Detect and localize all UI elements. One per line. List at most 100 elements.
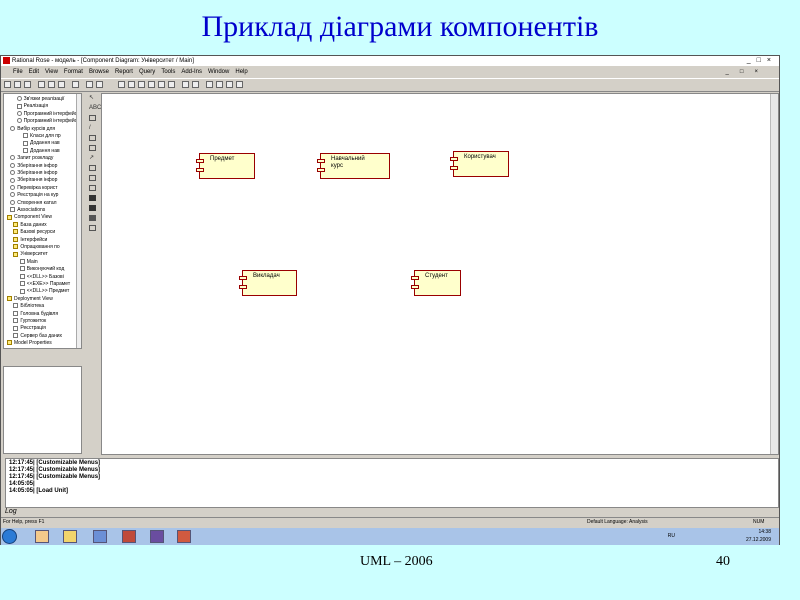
view-doc-icon[interactable] <box>96 81 103 88</box>
menu-format[interactable]: Format <box>64 69 83 75</box>
package-spec-icon[interactable] <box>89 195 96 201</box>
mdi-minimize-button[interactable]: _ <box>726 69 734 75</box>
browser-item[interactable]: Перевірка корист <box>10 185 58 192</box>
browser-item[interactable]: Класи для пр <box>23 133 61 140</box>
maximize-button[interactable]: □ <box>757 57 767 64</box>
log-window[interactable]: 12:17:45| [Customizable Menus] 12:17:45|… <box>5 458 779 508</box>
browser-item[interactable]: Main <box>19 259 38 266</box>
browser-item[interactable]: Зберігання інфор <box>10 177 57 184</box>
component-tool-icon[interactable] <box>89 135 96 141</box>
folder-icon[interactable] <box>63 530 77 543</box>
browser-item[interactable]: Вибір курсів для <box>10 126 55 133</box>
menu-tools[interactable]: Tools <box>161 69 175 75</box>
copy-icon[interactable] <box>48 81 55 88</box>
browser-item[interactable]: Головна будівля <box>13 311 58 318</box>
browse-state-diagram-icon[interactable] <box>148 81 155 88</box>
browser-item[interactable]: Deployment View <box>7 296 53 303</box>
browser-item[interactable]: Зберігання інфор <box>10 170 57 177</box>
zoom-in-icon[interactable] <box>206 81 213 88</box>
undo-fit-icon[interactable] <box>236 81 243 88</box>
subprogram-body-icon[interactable] <box>89 175 96 181</box>
rar-icon[interactable] <box>150 530 164 543</box>
menu-window[interactable]: Window <box>208 69 229 75</box>
package-body-icon[interactable] <box>89 205 96 211</box>
start-button[interactable] <box>2 529 17 544</box>
browser-item[interactable]: Реєстрація на кур <box>10 192 58 199</box>
browser-item[interactable]: Component View <box>7 214 52 221</box>
browser-item[interactable]: Model Properties <box>7 340 52 347</box>
task-spec-icon[interactable] <box>89 215 96 221</box>
component-navchalnyi-kurs[interactable]: Навчальний курс <box>317 153 390 179</box>
component-vykladach[interactable]: Викладач <box>239 270 297 296</box>
browse-deployment-diagram-icon[interactable] <box>158 81 165 88</box>
text-box-icon[interactable]: ABC <box>89 105 101 111</box>
component-korystuvach[interactable]: Користувач <box>450 151 509 177</box>
browse-previous-icon[interactable] <box>182 81 189 88</box>
powerpoint-icon[interactable] <box>177 530 191 543</box>
menu-query[interactable]: Query <box>139 69 155 75</box>
fit-in-window-icon[interactable] <box>226 81 233 88</box>
canvas-scrollbar[interactable] <box>770 94 778 454</box>
browser-item[interactable]: Виконуючий код <box>19 266 64 273</box>
menu-edit[interactable]: Edit <box>29 69 39 75</box>
menu-report[interactable]: Report <box>115 69 133 75</box>
browser-item[interactable]: База даних <box>13 222 47 229</box>
browse-interaction-diagram-icon[interactable] <box>128 81 135 88</box>
dependency-tool-icon[interactable]: ↗ <box>89 155 96 161</box>
browser-item[interactable]: Створення катал <box>10 200 57 207</box>
browser-item[interactable]: <<DLL>> Базові <box>19 274 64 281</box>
menu-add-ins[interactable]: Add-Ins <box>181 69 202 75</box>
component-student[interactable]: Студент <box>411 270 461 296</box>
browser-item[interactable]: Додання нав <box>23 148 60 155</box>
browse-class-diagram-icon[interactable] <box>118 81 125 88</box>
menu-file[interactable]: File <box>13 69 23 75</box>
mdi-close-button[interactable]: × <box>754 69 763 75</box>
context-help-icon[interactable] <box>86 81 93 88</box>
note-icon[interactable] <box>89 115 96 121</box>
package-tool-icon[interactable] <box>89 145 96 151</box>
browse-component-diagram-icon[interactable] <box>138 81 145 88</box>
word-icon[interactable] <box>93 530 107 543</box>
language-indicator[interactable]: RU <box>668 532 675 540</box>
browser-item[interactable]: Програмний інтерфейс <box>16 111 77 118</box>
close-button[interactable]: × <box>767 57 777 64</box>
minimize-button[interactable]: _ <box>747 57 757 64</box>
browser-item[interactable]: Бібліотека <box>13 303 44 310</box>
new-icon[interactable] <box>4 81 11 88</box>
browser-item[interactable]: Гуртожиток <box>13 318 46 325</box>
back-arrow-icon[interactable] <box>192 81 199 88</box>
mdi-maximize-button[interactable]: □ <box>740 69 749 75</box>
media-player-icon[interactable] <box>35 530 49 543</box>
cut-icon[interactable] <box>38 81 45 88</box>
menu-help[interactable]: Help <box>235 69 247 75</box>
selection-arrow-icon[interactable]: ↖ <box>89 95 96 101</box>
zoom-out-icon[interactable] <box>216 81 223 88</box>
browser-item[interactable]: Зберігання інфор <box>10 163 57 170</box>
subprogram-spec-icon[interactable] <box>89 165 96 171</box>
browser-item[interactable]: <<EXE>> Парамет <box>19 281 70 288</box>
browser-item[interactable]: Associations <box>10 207 45 214</box>
save-icon[interactable] <box>24 81 31 88</box>
print-icon[interactable] <box>72 81 79 88</box>
browser-item[interactable]: Зв'язки реалізації <box>16 96 64 103</box>
browser-item[interactable]: Базові ресурси <box>13 229 55 236</box>
browser-item[interactable]: Програмний інтерфейс <box>16 118 77 125</box>
paste-icon[interactable] <box>58 81 65 88</box>
browser-item[interactable]: Реалізація <box>16 103 48 110</box>
documentation-pane[interactable] <box>3 366 82 454</box>
browser-item[interactable]: Реєстрація <box>13 325 46 332</box>
browser-item[interactable]: Запит розкладу <box>10 155 53 162</box>
rose-icon[interactable] <box>122 530 136 543</box>
open-icon[interactable] <box>14 81 21 88</box>
browser-item[interactable]: Опрацювання по <box>13 244 60 251</box>
browse-parent-icon[interactable] <box>168 81 175 88</box>
browser-item[interactable]: Додання нав <box>23 140 60 147</box>
browser-scrollbar[interactable] <box>76 94 81 348</box>
browser-item[interactable]: <<DLL>> Предмет <box>19 288 69 295</box>
log-tab[interactable]: Log <box>5 508 17 515</box>
component-predmet[interactable]: Предмет <box>196 153 255 179</box>
browser-item[interactable]: Інтерфейси <box>13 237 47 244</box>
task-body-icon[interactable] <box>89 225 96 231</box>
component-diagram-canvas[interactable]: Предмет Навчальний курс Користувач Викла… <box>101 93 779 455</box>
menu-browse[interactable]: Browse <box>89 69 109 75</box>
